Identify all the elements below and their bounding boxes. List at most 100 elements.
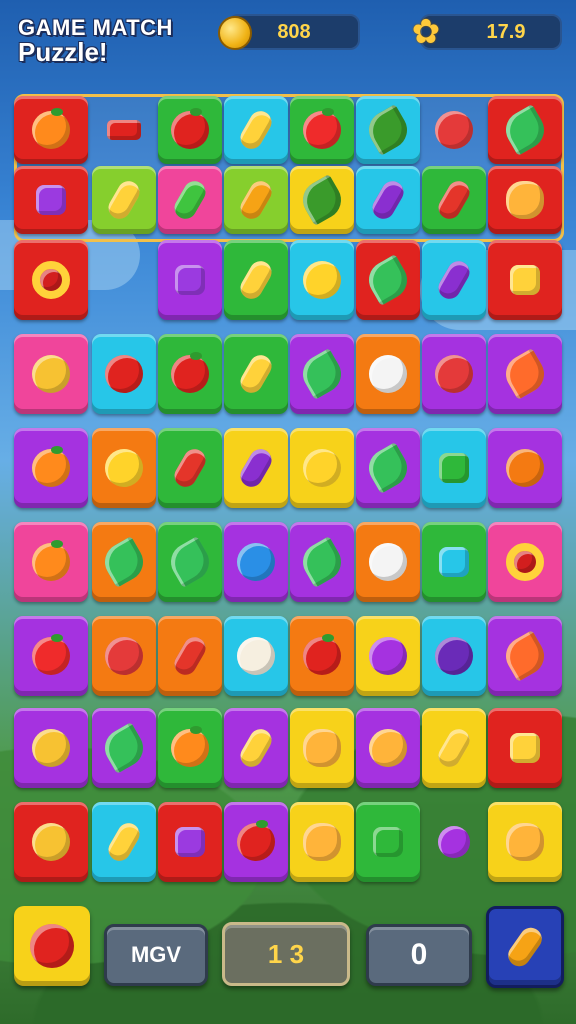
- game-tile[interactable]: [14, 428, 88, 508]
- game-tile[interactable]: [14, 616, 88, 696]
- game-tile[interactable]: [290, 96, 354, 164]
- square-icon: [439, 453, 469, 483]
- banana-icon: [236, 725, 276, 771]
- game-tile[interactable]: [356, 166, 420, 234]
- cucumber-icon: [170, 177, 210, 223]
- game-tile[interactable]: [356, 96, 420, 164]
- game-tile[interactable]: [92, 616, 156, 696]
- moves-count: 1 3: [267, 938, 305, 969]
- carrot-booster-button[interactable]: [486, 906, 564, 988]
- game-tile[interactable]: [356, 240, 420, 320]
- apple-icon: [30, 924, 74, 968]
- game-tile[interactable]: [92, 334, 156, 414]
- donut-icon: [369, 543, 407, 581]
- game-tile[interactable]: [14, 708, 88, 788]
- game-tile[interactable]: [14, 802, 88, 882]
- game-tile[interactable]: [92, 522, 156, 602]
- game-tile[interactable]: [224, 96, 288, 164]
- game-tile[interactable]: [290, 334, 354, 414]
- game-tile[interactable]: [158, 240, 222, 320]
- popsicle-icon: [175, 265, 205, 295]
- game-tile[interactable]: [422, 96, 486, 164]
- herb-icon: [362, 104, 414, 156]
- game-tile[interactable]: [158, 802, 222, 882]
- coconut-icon: [369, 355, 407, 393]
- game-tile[interactable]: [224, 166, 288, 234]
- game-tile[interactable]: [14, 166, 88, 234]
- apple-booster-button[interactable]: [14, 906, 90, 986]
- leaf-icon: [98, 536, 150, 588]
- orange-icon: [32, 449, 70, 487]
- game-tile[interactable]: [158, 96, 222, 164]
- ring-icon: [506, 543, 544, 581]
- game-tile[interactable]: [158, 334, 222, 414]
- moves-panel: 1 3: [222, 922, 350, 986]
- game-tile[interactable]: [422, 240, 486, 320]
- game-tile[interactable]: [422, 616, 486, 696]
- game-tile[interactable]: [158, 708, 222, 788]
- game-tile[interactable]: [290, 240, 354, 320]
- game-tile[interactable]: [488, 802, 562, 882]
- game-tile[interactable]: [290, 166, 354, 234]
- tomato-icon: [171, 111, 209, 149]
- game-tile[interactable]: [356, 428, 420, 508]
- game-tile[interactable]: [422, 334, 486, 414]
- game-tile[interactable]: [290, 708, 354, 788]
- game-tile[interactable]: [92, 708, 156, 788]
- strawberry-icon: [105, 637, 143, 675]
- game-tile[interactable]: [158, 522, 222, 602]
- chick-icon: [506, 181, 544, 219]
- mgv-panel: MGV: [104, 924, 208, 986]
- game-tile[interactable]: [488, 334, 562, 414]
- bottom-bar: MGV 1 3 0: [0, 900, 576, 1000]
- game-tile[interactable]: [158, 166, 222, 234]
- game-tile[interactable]: [290, 428, 354, 508]
- game-tile[interactable]: [422, 522, 486, 602]
- game-tile[interactable]: [356, 708, 420, 788]
- game-tile[interactable]: [488, 428, 562, 508]
- leaf-icon: [362, 254, 414, 306]
- garlic-icon: [237, 637, 275, 675]
- game-tile[interactable]: [14, 240, 88, 320]
- game-tile[interactable]: [92, 166, 156, 234]
- game-tile[interactable]: [224, 428, 288, 508]
- game-tile[interactable]: [290, 616, 354, 696]
- berry-icon: [237, 543, 275, 581]
- game-tile[interactable]: [14, 334, 88, 414]
- game-tile[interactable]: [290, 522, 354, 602]
- game-tile[interactable]: [158, 616, 222, 696]
- orange-icon: [171, 729, 209, 767]
- game-tile[interactable]: [488, 96, 562, 164]
- banana-icon: [104, 819, 144, 865]
- game-tile[interactable]: [224, 708, 288, 788]
- game-tile[interactable]: [488, 522, 562, 602]
- game-tile[interactable]: [224, 522, 288, 602]
- game-tile[interactable]: [488, 708, 562, 788]
- game-tile[interactable]: [488, 616, 562, 696]
- game-tile[interactable]: [356, 522, 420, 602]
- game-tile[interactable]: [14, 96, 88, 164]
- game-tile[interactable]: [488, 166, 562, 234]
- game-tile[interactable]: [224, 334, 288, 414]
- star-count: 17.9: [486, 20, 526, 43]
- game-tile[interactable]: [224, 802, 288, 882]
- game-tile[interactable]: [224, 616, 288, 696]
- game-tile[interactable]: [224, 240, 288, 320]
- game-tile[interactable]: [356, 616, 420, 696]
- melon-icon: [32, 355, 70, 393]
- game-tile[interactable]: [422, 708, 486, 788]
- game-tile[interactable]: [92, 802, 156, 882]
- game-tile[interactable]: [488, 240, 562, 320]
- game-tile[interactable]: [356, 802, 420, 882]
- game-tile[interactable]: [422, 428, 486, 508]
- game-tile[interactable]: [14, 522, 88, 602]
- game-tile[interactable]: [422, 802, 486, 882]
- game-tile[interactable]: [92, 428, 156, 508]
- game-tile[interactable]: [290, 802, 354, 882]
- house-icon: [510, 733, 540, 763]
- game-tile[interactable]: [158, 428, 222, 508]
- tomato-icon: [303, 637, 341, 675]
- game-tile[interactable]: [422, 166, 486, 234]
- game-tile[interactable]: [356, 334, 420, 414]
- game-tile[interactable]: [92, 96, 156, 164]
